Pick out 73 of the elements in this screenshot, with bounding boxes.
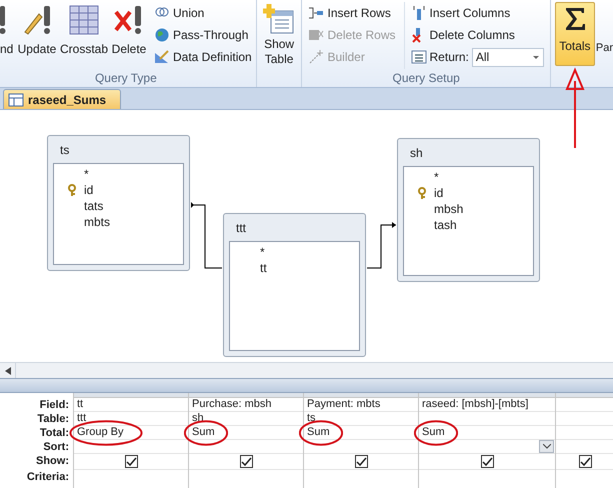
chevron-down-icon xyxy=(542,444,550,449)
field-cell[interactable]: Payment: mbts xyxy=(307,398,380,410)
field-name[interactable]: tash xyxy=(434,216,457,234)
row-label: Sort: xyxy=(42,440,70,454)
table-cell[interactable]: sh xyxy=(192,412,204,424)
field-name[interactable]: * xyxy=(260,243,265,261)
ruler-pencil-icon xyxy=(154,48,170,64)
field-cell[interactable]: raseed: [mbsh]-[mbts] xyxy=(422,398,528,410)
row-label: Field: xyxy=(38,398,70,412)
table-cell[interactable]: ts xyxy=(307,412,316,424)
field-name[interactable]: * xyxy=(434,168,439,186)
table-plus-icon xyxy=(263,3,296,35)
checkmark-icon xyxy=(482,456,492,466)
checkmark-icon xyxy=(580,456,591,466)
show-table-button[interactable]: Show Table xyxy=(256,0,302,87)
checkbox[interactable] xyxy=(240,455,252,468)
ribbon-button[interactable]: Delete Columns xyxy=(410,24,544,45)
checkmark-icon xyxy=(356,456,366,466)
ribbon-button[interactable]: Insert Columns xyxy=(410,2,544,23)
checkbox[interactable] xyxy=(124,455,138,468)
ribbon-button[interactable]: Delete xyxy=(108,0,150,69)
field-name[interactable]: id xyxy=(84,181,94,199)
field-name[interactable]: tt xyxy=(260,259,267,277)
checkmark-icon xyxy=(240,456,252,466)
row-label: Table: xyxy=(36,412,70,426)
table-cell[interactable]: ttt xyxy=(77,412,86,424)
insert-column-icon xyxy=(410,4,427,20)
field-name[interactable]: mbts xyxy=(84,213,110,231)
field-name[interactable]: mbsh xyxy=(434,200,464,218)
table-name: ts xyxy=(59,142,70,158)
grid-table-icon xyxy=(68,4,100,36)
exclamation-icon xyxy=(0,6,6,34)
return-dropdown[interactable]: All xyxy=(472,48,544,66)
wand-icon xyxy=(308,48,324,64)
dropdown-arrow-icon xyxy=(532,56,539,58)
row-label: Show: xyxy=(35,454,70,469)
row-label: Total: xyxy=(38,426,70,440)
document-tab[interactable]: raseed_Sums xyxy=(3,89,122,109)
grid-number-icon xyxy=(410,49,427,65)
dropdown-button[interactable] xyxy=(539,440,554,453)
checkbox[interactable] xyxy=(480,455,494,468)
insert-rows-icon xyxy=(308,4,324,20)
field-name[interactable]: id xyxy=(434,184,444,202)
checkmark-icon xyxy=(126,456,136,466)
ribbon-button[interactable]: Update xyxy=(14,0,60,69)
query-icon xyxy=(8,92,24,108)
sigma-icon xyxy=(564,7,586,31)
ribbon-button: Builder xyxy=(308,46,396,67)
group-label: Query Setup xyxy=(391,70,461,87)
return-label: Return: xyxy=(430,49,469,66)
globe-icon xyxy=(154,26,170,42)
table-name: ttt xyxy=(235,220,248,236)
field-cell[interactable]: Purchase: mbsh xyxy=(192,398,272,410)
ribbon-button[interactable]: Union xyxy=(154,2,252,23)
checkbox[interactable] xyxy=(354,455,368,468)
field-name[interactable]: tats xyxy=(84,197,104,215)
group-label: Query Type xyxy=(94,70,158,87)
ribbon-button[interactable]: Pass-Through xyxy=(154,24,252,45)
table-name: sh xyxy=(409,144,424,162)
checkbox[interactable] xyxy=(579,455,592,468)
join-line xyxy=(190,201,223,269)
totals-button[interactable]: Totals xyxy=(554,2,595,66)
ribbon-button[interactable]: Insert Rows xyxy=(308,2,396,23)
left-arrow-icon xyxy=(4,366,10,374)
ribbon-button[interactable]: Par xyxy=(596,40,613,56)
field-cell[interactable]: tt xyxy=(77,398,84,410)
field-name[interactable]: * xyxy=(84,165,89,183)
join-line xyxy=(366,221,397,269)
ribbon-button[interactable]: Crosstab xyxy=(60,0,108,69)
row-label: Criteria: xyxy=(26,470,70,485)
ribbon-button[interactable]: nd xyxy=(0,0,14,69)
ribbon-button: Delete Rows xyxy=(308,24,396,45)
ribbon-button[interactable]: Data Definition xyxy=(154,46,252,67)
